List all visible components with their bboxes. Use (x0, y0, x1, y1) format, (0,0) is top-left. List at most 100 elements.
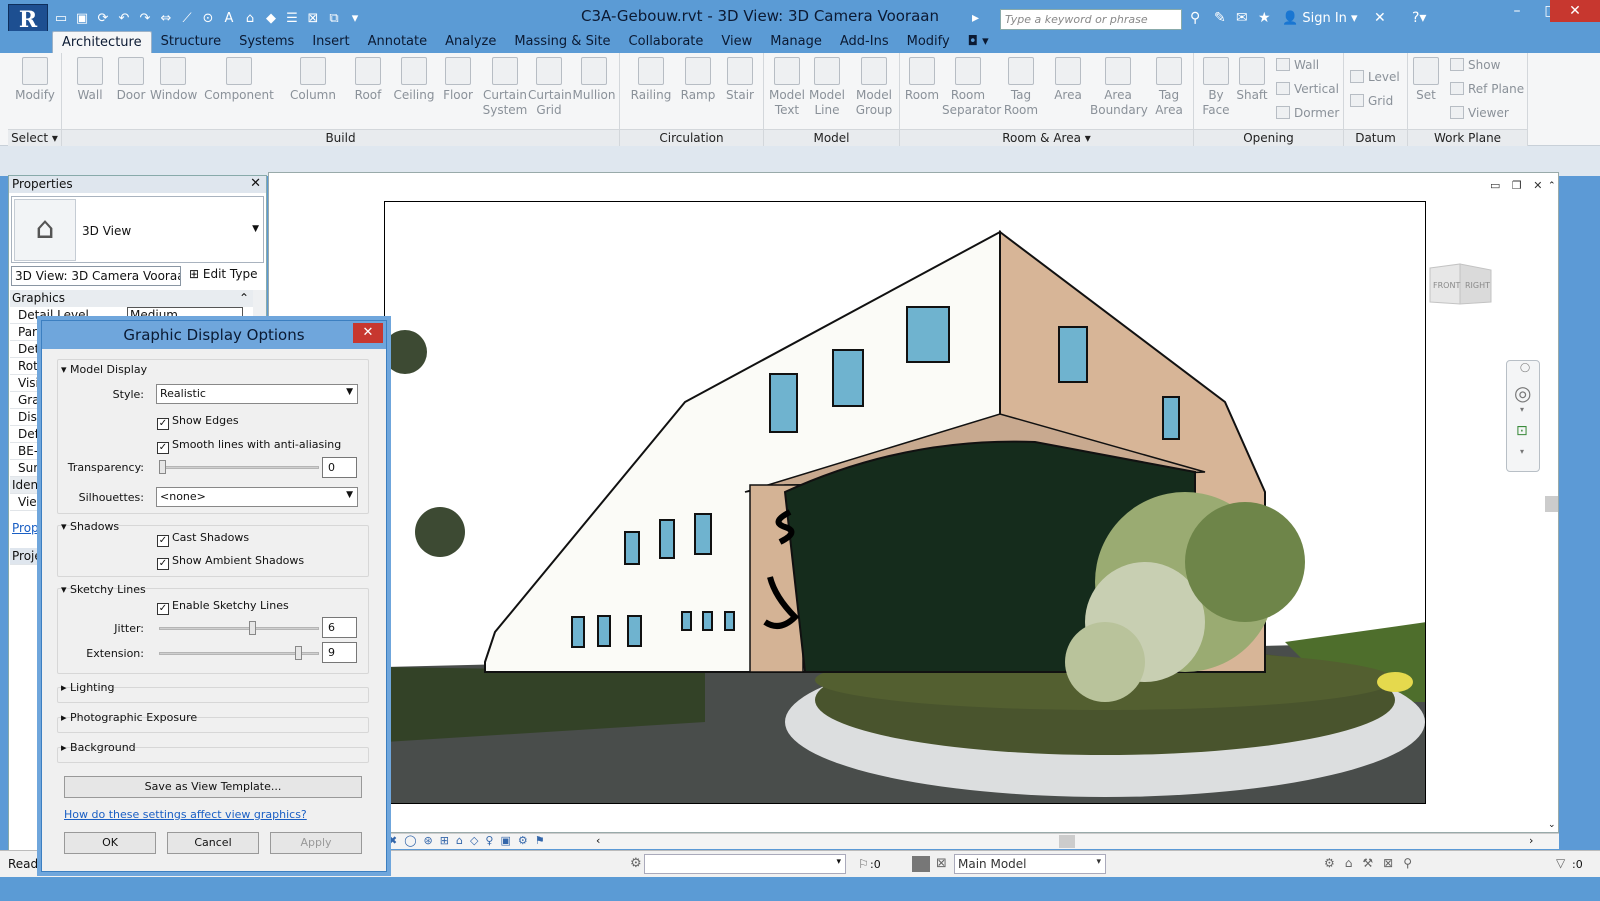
tag-room-button[interactable]: Tag Room (1000, 57, 1042, 118)
dormer-button[interactable]: Dormer (1276, 106, 1339, 120)
ambient-shadows-checkbox[interactable]: ✓ Show Ambient Shadows (157, 554, 304, 570)
thin-lines-icon[interactable]: ☰ (283, 10, 301, 28)
grid-button[interactable]: Grid (1350, 94, 1393, 108)
viewcube[interactable]: FRONT RIGHT (1425, 258, 1495, 310)
communication-icon[interactable]: ✉ (1236, 10, 1248, 26)
ref-plane-button[interactable]: Ref Plane (1450, 82, 1524, 96)
save-icon[interactable]: ▣ (73, 10, 91, 28)
expand-search-icon[interactable]: ▸ (972, 10, 979, 26)
transparency-slider[interactable] (159, 466, 319, 469)
background-header[interactable]: ▸ Background (61, 741, 136, 754)
jitter-slider[interactable] (159, 627, 319, 630)
open-icon[interactable]: ▭ (52, 10, 70, 28)
close-hidden-icon[interactable]: ⊠ (304, 10, 322, 28)
apply-button[interactable]: Apply (270, 832, 362, 854)
tab-add-ins[interactable]: Add-Ins (831, 31, 898, 53)
help-link[interactable]: How do these settings affect view graphi… (64, 808, 307, 821)
show-button[interactable]: Show (1450, 58, 1500, 72)
type-selector[interactable]: ⌂ 3D View ▼ (11, 196, 264, 263)
style-dropdown[interactable]: Realistic ▼ (156, 384, 358, 404)
cancel-button[interactable]: Cancel (167, 832, 259, 854)
room-button[interactable]: Room (904, 57, 940, 103)
worksharing-icon[interactable]: ⚙ (630, 856, 642, 871)
railing-button[interactable]: Railing (630, 57, 672, 103)
sketchy-lines-header[interactable]: ▾ Sketchy Lines (61, 583, 146, 596)
shadows-header[interactable]: ▾ Shadows (61, 520, 119, 533)
component-button[interactable]: Component (204, 57, 274, 103)
save-as-view-template-button[interactable]: Save as View Template... (64, 776, 362, 798)
measure-icon[interactable]: ⇔ (157, 10, 175, 28)
scroll-down-icon[interactable]: ⌄ (1548, 820, 1556, 830)
scroll-up-icon[interactable]: ⌃ (1548, 181, 1556, 191)
enable-sketchy-lines-checkbox[interactable]: ✓ Enable Sketchy Lines (157, 599, 289, 615)
model-line-button[interactable]: Model Line (808, 57, 846, 118)
view-window-controls[interactable]: ▭ ❐ ✕ (1490, 179, 1546, 192)
wheel-dropdown-icon[interactable]: ▾ (1520, 405, 1524, 414)
model-text-button[interactable]: Model Text (768, 57, 806, 118)
hscroll-left-icon[interactable]: ‹ (596, 834, 600, 847)
help-icon[interactable]: ?▾ (1412, 10, 1426, 26)
zoom-dropdown-icon[interactable]: ▾ (1520, 447, 1524, 456)
vertical-opening-button[interactable]: Vertical (1276, 82, 1339, 96)
transparency-slider-thumb[interactable] (159, 460, 166, 474)
shaft-button[interactable]: Shaft (1234, 57, 1270, 103)
sign-in-button[interactable]: 👤 Sign In ▾ (1282, 11, 1358, 26)
tab-structure[interactable]: Structure (152, 31, 230, 53)
extension-input[interactable]: 9 (322, 642, 357, 663)
tab-modify[interactable]: Modify (898, 31, 959, 53)
roof-button[interactable]: Roof (350, 57, 386, 103)
subscription-icon[interactable]: ✎ (1214, 10, 1226, 26)
lighting-header[interactable]: ▸ Lighting (61, 681, 115, 694)
scroll-thumb[interactable] (1545, 496, 1558, 512)
undo-icon[interactable]: ↶ (115, 10, 133, 28)
tag-area-button[interactable]: Tag Area (1150, 57, 1188, 118)
exchange-apps-icon[interactable]: ✕ (1374, 10, 1386, 26)
jitter-input[interactable]: 6 (322, 617, 357, 638)
modify-button[interactable]: Modify (8, 57, 62, 103)
smooth-lines-checkbox[interactable]: ✓ Smooth lines with anti-aliasing (157, 438, 341, 454)
ok-button[interactable]: OK (64, 832, 156, 854)
door-button[interactable]: Door (114, 57, 148, 103)
level-button[interactable]: Level (1350, 70, 1400, 84)
stair-button[interactable]: Stair (722, 57, 758, 103)
section-icon[interactable]: ◆ (262, 10, 280, 28)
workset-dropdown[interactable]: ▾ (644, 854, 846, 874)
room-separator-button[interactable]: Room Separator (942, 57, 1001, 118)
view-instance-selector[interactable]: 3D View: 3D Camera Vooraar ▾ (11, 266, 181, 286)
tab-analyze[interactable]: Analyze (436, 31, 505, 53)
switch-windows-icon[interactable]: ⧉ (325, 10, 343, 28)
panel-label-room-area[interactable]: Room & Area ▾ (900, 129, 1193, 146)
tag-icon[interactable]: ⊙ (199, 10, 217, 28)
editing-requests-icon[interactable]: ⚐ (858, 857, 869, 871)
active-design-option-icon[interactable]: ⊠ (936, 856, 947, 871)
view-control-icons[interactable]: ✖◯⊛⊞⌂◇♀▣⚙⚑ (388, 834, 552, 847)
design-options-icon[interactable] (912, 856, 930, 872)
3d-camera-view[interactable] (384, 201, 1426, 804)
silhouettes-dropdown[interactable]: <none> ▼ (156, 487, 358, 507)
ribbon-toggle-icon[interactable]: ◘ ▾ (959, 31, 998, 53)
redo-icon[interactable]: ↷ (136, 10, 154, 28)
curtain-system-button[interactable]: Curtain System (482, 57, 528, 118)
show-edges-checkbox[interactable]: ✓ Show Edges (157, 414, 239, 430)
dimension-icon[interactable]: ⟋ (178, 10, 196, 28)
dialog-close-button[interactable]: ✕ (353, 323, 383, 343)
tab-manage[interactable]: Manage (761, 31, 831, 53)
filter-icon[interactable]: ▽ (1556, 856, 1565, 870)
3d-view-icon[interactable]: ⌂ (241, 10, 259, 28)
ceiling-button[interactable]: Ceiling (392, 57, 436, 103)
tab-insert[interactable]: Insert (303, 31, 358, 53)
tab-collaborate[interactable]: Collaborate (620, 31, 713, 53)
steering-wheel-icon[interactable]: ◎ (1514, 381, 1531, 405)
model-display-header[interactable]: ▾ Model Display (61, 363, 147, 376)
hscroll-thumb[interactable] (1059, 835, 1075, 848)
mullion-button[interactable]: Mullion (572, 57, 616, 103)
close-window-button[interactable]: ✕ (1550, 0, 1600, 22)
graphics-group-header[interactable]: Graphics ⌃ (10, 290, 253, 307)
wall-opening-button[interactable]: Wall (1276, 58, 1319, 72)
exposure-header[interactable]: ▸ Photographic Exposure (61, 711, 197, 724)
set-button[interactable]: Set (1410, 57, 1442, 103)
tab-massing-site[interactable]: Massing & Site (505, 31, 619, 53)
viewport-vertical-scrollbar[interactable]: ⌃ ⌄ (1545, 181, 1558, 831)
panel-label-select[interactable]: Select ▾ (8, 129, 61, 146)
zoom-icon[interactable]: ⊡ (1516, 423, 1528, 439)
